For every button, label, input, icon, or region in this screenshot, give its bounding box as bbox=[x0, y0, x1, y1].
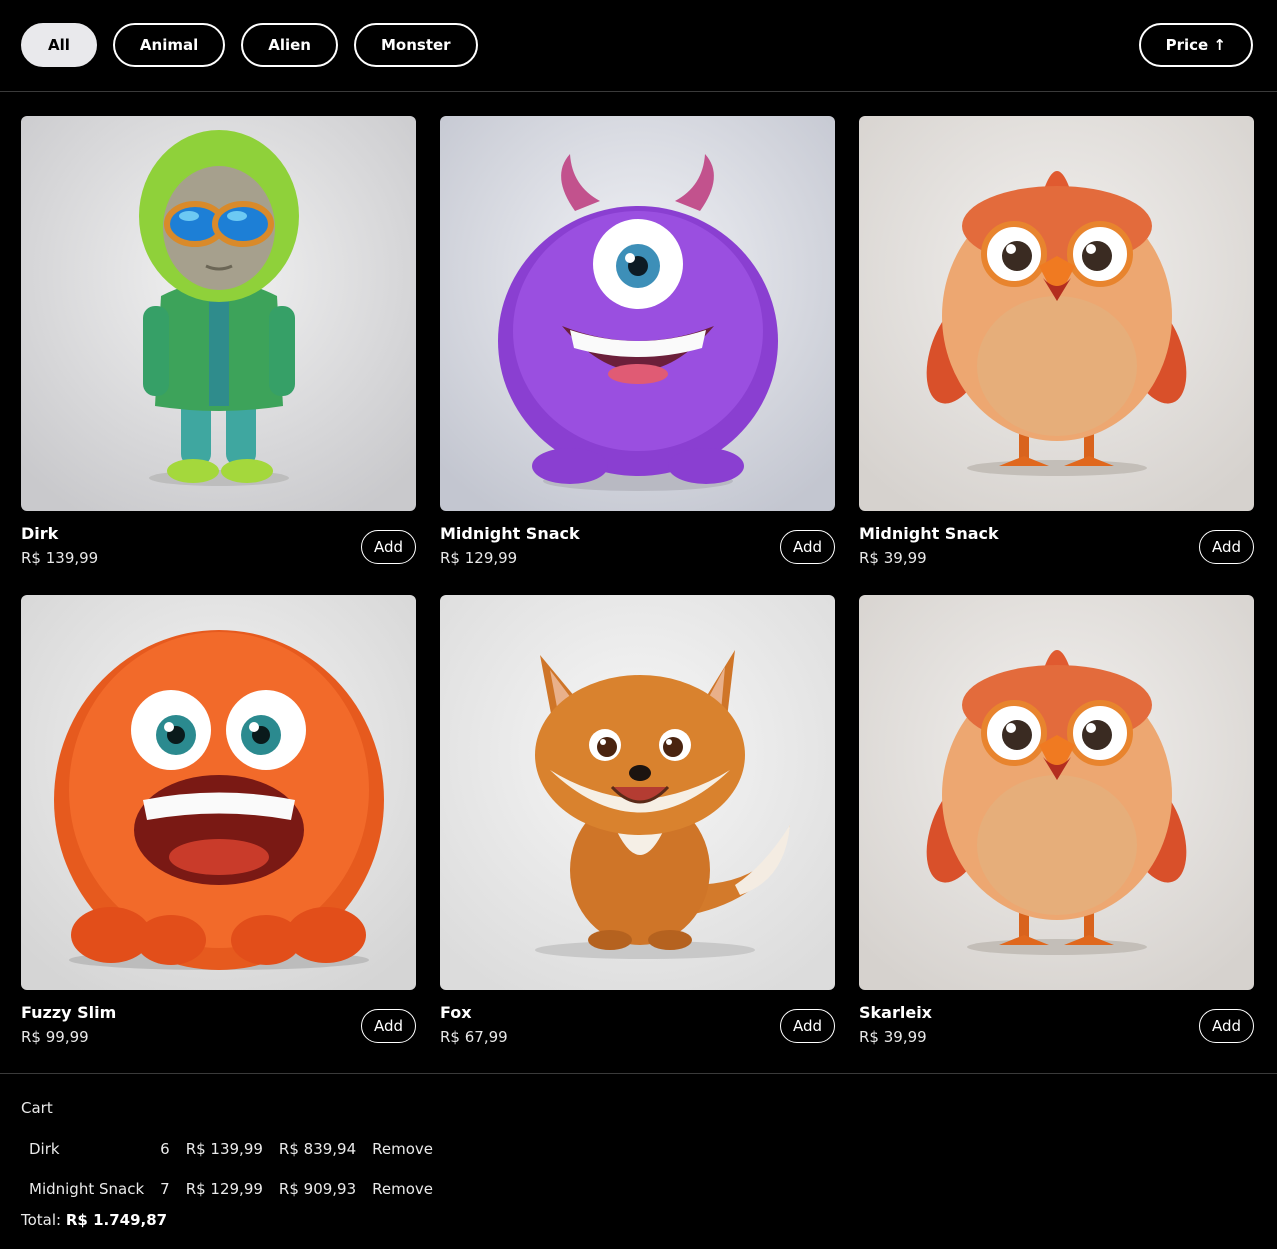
filter-all-button[interactable]: All bbox=[21, 23, 97, 67]
product-card: Fuzzy Slim R$ 99,99 Add bbox=[21, 595, 416, 1050]
product-name: Fox bbox=[440, 1003, 472, 1022]
product-name: Midnight Snack bbox=[440, 524, 580, 543]
cart-item-subtotal: R$ 839,94 bbox=[278, 1140, 357, 1158]
top-bar: All Animal Alien Monster Price ↑ bbox=[0, 0, 1277, 92]
product-price: R$ 99,99 bbox=[21, 1028, 89, 1046]
product-image-orange-monster[interactable] bbox=[21, 595, 416, 990]
cart-title: Cart bbox=[21, 1099, 53, 1117]
cart-divider bbox=[0, 1073, 1277, 1074]
cart-item-name: Midnight Snack bbox=[29, 1180, 145, 1198]
product-price: R$ 67,99 bbox=[440, 1028, 508, 1046]
product-image-purple-monster[interactable] bbox=[440, 116, 835, 511]
product-name: Dirk bbox=[21, 524, 59, 543]
filter-animal-button[interactable]: Animal bbox=[112, 23, 226, 67]
cart-item-qty: 6 bbox=[160, 1140, 170, 1158]
product-card: Fox R$ 67,99 Add bbox=[440, 595, 835, 1050]
product-image-chick[interactable] bbox=[859, 116, 1254, 511]
product-price: R$ 139,99 bbox=[21, 549, 99, 567]
product-price: R$ 39,99 bbox=[859, 1028, 927, 1046]
product-card: Midnight Snack R$ 129,99 Add bbox=[440, 116, 835, 571]
cart-item-unit-price: R$ 129,99 bbox=[185, 1180, 263, 1198]
product-name: Fuzzy Slim bbox=[21, 1003, 117, 1022]
cart-total: Total: R$ 1.749,87 bbox=[21, 1211, 441, 1229]
product-image-alien[interactable] bbox=[21, 116, 416, 511]
add-to-cart-button[interactable]: Add bbox=[1199, 1009, 1254, 1043]
product-card: Dirk R$ 139,99 Add bbox=[21, 116, 416, 571]
cart-item-unit-price: R$ 139,99 bbox=[185, 1140, 263, 1158]
remove-item-button[interactable]: Remove bbox=[364, 1169, 441, 1209]
add-to-cart-button[interactable]: Add bbox=[780, 1009, 835, 1043]
product-price: R$ 129,99 bbox=[440, 549, 518, 567]
add-to-cart-button[interactable]: Add bbox=[361, 1009, 416, 1043]
product-name: Skarleix bbox=[859, 1003, 932, 1022]
add-to-cart-button[interactable]: Add bbox=[1199, 530, 1254, 564]
cart-item-subtotal: R$ 909,93 bbox=[278, 1180, 357, 1198]
cart-total-label: Total: bbox=[21, 1211, 62, 1229]
product-price: R$ 39,99 bbox=[859, 549, 927, 567]
product-card: Skarleix R$ 39,99 Add bbox=[859, 595, 1254, 1050]
product-grid: Dirk R$ 139,99 Add Midnight Snack R$ 129… bbox=[21, 116, 1254, 1050]
add-to-cart-button[interactable]: Add bbox=[361, 530, 416, 564]
cart-panel: Cart Dirk 6 R$ 139,99 R$ 839,94 Remove M… bbox=[21, 1099, 441, 1229]
remove-item-button[interactable]: Remove bbox=[364, 1129, 441, 1169]
cart-row: Dirk 6 R$ 139,99 R$ 839,94 Remove bbox=[21, 1129, 441, 1169]
cart-item-name: Dirk bbox=[29, 1140, 60, 1158]
cart-total-value: R$ 1.749,87 bbox=[65, 1211, 168, 1229]
sort-price-button[interactable]: Price ↑ bbox=[1138, 23, 1253, 67]
product-name: Midnight Snack bbox=[859, 524, 999, 543]
product-image-chick[interactable] bbox=[859, 595, 1254, 990]
filter-monster-button[interactable]: Monster bbox=[353, 23, 478, 67]
cart-row: Midnight Snack 7 R$ 129,99 R$ 909,93 Rem… bbox=[21, 1169, 441, 1209]
cart-table: Dirk 6 R$ 139,99 R$ 839,94 Remove Midnig… bbox=[21, 1129, 441, 1209]
add-to-cart-button[interactable]: Add bbox=[780, 530, 835, 564]
cart-item-qty: 7 bbox=[160, 1180, 170, 1198]
product-image-fox[interactable] bbox=[440, 595, 835, 990]
category-filters: All Animal Alien Monster bbox=[21, 23, 478, 67]
filter-alien-button[interactable]: Alien bbox=[241, 23, 338, 67]
product-card: Midnight Snack R$ 39,99 Add bbox=[859, 116, 1254, 571]
